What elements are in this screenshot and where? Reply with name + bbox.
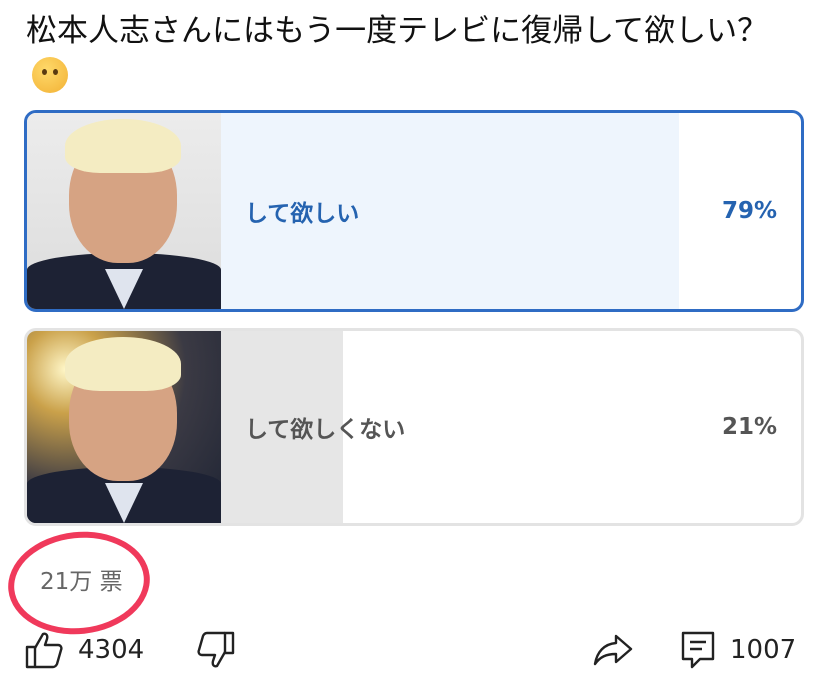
share-button[interactable]: [592, 630, 634, 670]
option-label: して欲しくない: [245, 417, 406, 443]
option-label: して欲しい: [245, 201, 360, 227]
thumbs-up-icon: [25, 632, 63, 669]
share-icon: [593, 634, 633, 666]
hair-shape: [65, 337, 181, 391]
option-photo: [27, 113, 221, 309]
thinking-face-emoji-icon: [32, 57, 68, 93]
comment-count: 1007: [730, 635, 797, 665]
poll-question-text: 松本人志さんにはもう一度テレビに復帰して欲しい？: [26, 13, 769, 49]
comment-button[interactable]: 1007: [680, 630, 796, 670]
thumbs-down-icon: [197, 631, 235, 668]
hair-shape: [65, 119, 181, 173]
option-percent: 79%: [721, 198, 777, 224]
red-circle-annotation: [3, 524, 155, 642]
comment-icon: [681, 631, 715, 669]
like-count: 4304: [78, 635, 145, 665]
poll-option-not-want-return[interactable]: して欲しくない 21%: [24, 328, 804, 526]
option-percent: 21%: [721, 414, 777, 440]
poll-option-want-return[interactable]: して欲しい 79%: [24, 110, 804, 312]
dislike-button[interactable]: [196, 630, 236, 670]
poll-question: 松本人志さんにはもう一度テレビに復帰して欲しい？: [26, 8, 786, 100]
like-button[interactable]: 4304: [24, 630, 144, 670]
option-photo: [27, 331, 221, 523]
